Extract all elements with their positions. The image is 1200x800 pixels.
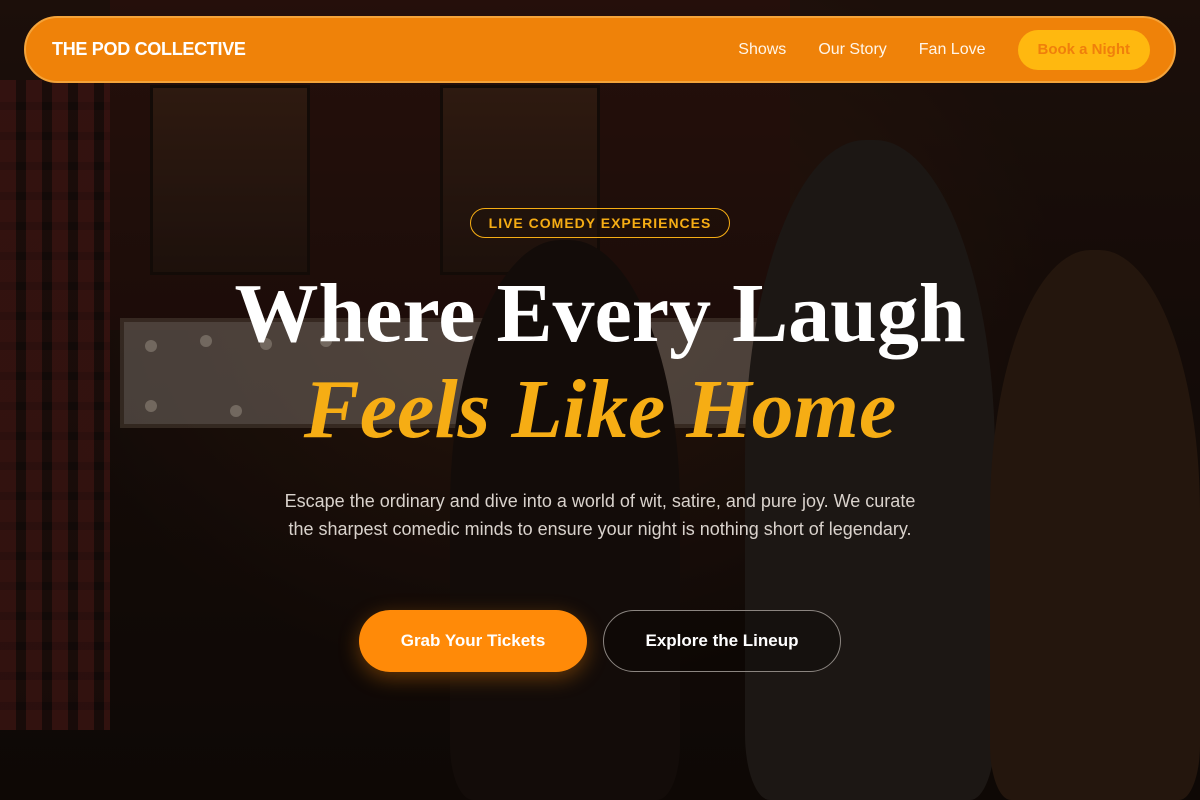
nav-link-shows[interactable]: Shows: [738, 41, 786, 59]
explore-lineup-button[interactable]: Explore the Lineup: [603, 610, 841, 672]
nav-links: Shows Our Story Fan Love Book a Night: [738, 29, 1150, 70]
hero-badge: LIVE COMEDY EXPERIENCES: [470, 208, 730, 238]
hero-headline-accent: Feels Like Home: [303, 363, 897, 456]
nav-link-our-story[interactable]: Our Story: [818, 41, 886, 59]
brand-logo[interactable]: THE POD COLLECTIVE: [52, 39, 246, 60]
hero-headline: Where Every Laugh: [234, 267, 966, 360]
top-navbar: THE POD COLLECTIVE Shows Our Story Fan L…: [24, 16, 1176, 83]
hero-section: THE POD COLLECTIVE Shows Our Story Fan L…: [0, 0, 1200, 800]
hero-subtext: Escape the ordinary and dive into a worl…: [284, 491, 916, 539]
book-a-night-button[interactable]: Book a Night: [1017, 29, 1150, 70]
nav-link-fan-love[interactable]: Fan Love: [919, 41, 986, 59]
grab-tickets-button[interactable]: Grab Your Tickets: [359, 610, 587, 672]
